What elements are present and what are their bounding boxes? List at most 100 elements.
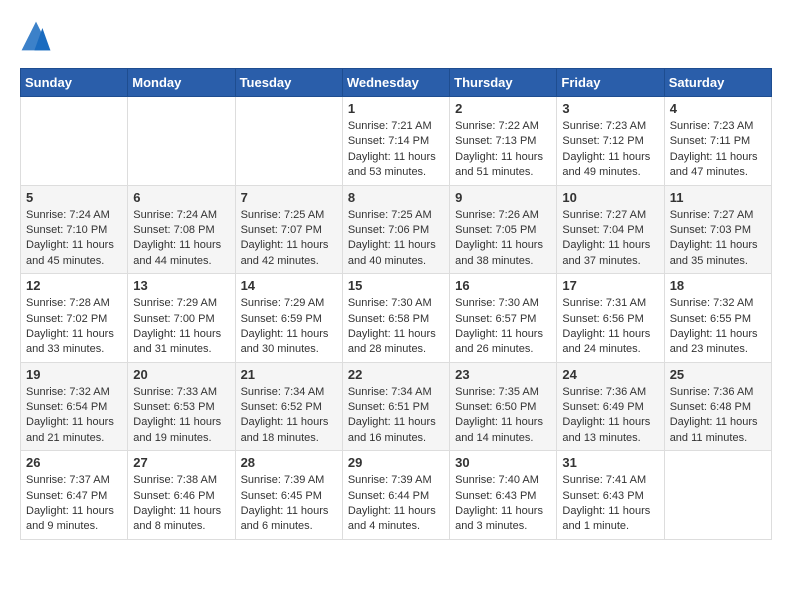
day-detail: Sunrise: 7:32 AMSunset: 6:55 PMDaylight:… xyxy=(670,296,766,358)
day-detail: Sunrise: 7:21 AMSunset: 7:14 PMDaylight:… xyxy=(348,119,444,181)
calendar-cell: 14 Sunrise: 7:29 AMSunset: 6:59 PMDaylig… xyxy=(235,274,342,363)
calendar-cell: 25 Sunrise: 7:36 AMSunset: 6:48 PMDaylig… xyxy=(664,362,771,451)
weekday-header: Wednesday xyxy=(342,69,449,97)
day-detail: Sunrise: 7:31 AMSunset: 6:56 PMDaylight:… xyxy=(562,296,658,358)
day-number: 3 xyxy=(562,101,658,116)
calendar-cell: 11 Sunrise: 7:27 AMSunset: 7:03 PMDaylig… xyxy=(664,185,771,274)
calendar-cell: 12 Sunrise: 7:28 AMSunset: 7:02 PMDaylig… xyxy=(21,274,128,363)
calendar-cell: 17 Sunrise: 7:31 AMSunset: 6:56 PMDaylig… xyxy=(557,274,664,363)
calendar-cell xyxy=(664,451,771,540)
day-number: 26 xyxy=(26,455,122,470)
calendar-cell: 6 Sunrise: 7:24 AMSunset: 7:08 PMDayligh… xyxy=(128,185,235,274)
day-detail: Sunrise: 7:39 AMSunset: 6:45 PMDaylight:… xyxy=(241,473,337,535)
header xyxy=(20,20,772,52)
calendar-cell: 2 Sunrise: 7:22 AMSunset: 7:13 PMDayligh… xyxy=(450,97,557,186)
weekday-header: Tuesday xyxy=(235,69,342,97)
day-detail: Sunrise: 7:34 AMSunset: 6:51 PMDaylight:… xyxy=(348,385,444,447)
weekday-header: Saturday xyxy=(664,69,771,97)
day-number: 12 xyxy=(26,278,122,293)
day-detail: Sunrise: 7:22 AMSunset: 7:13 PMDaylight:… xyxy=(455,119,551,181)
day-number: 27 xyxy=(133,455,229,470)
day-number: 30 xyxy=(455,455,551,470)
day-number: 5 xyxy=(26,190,122,205)
calendar-cell: 16 Sunrise: 7:30 AMSunset: 6:57 PMDaylig… xyxy=(450,274,557,363)
day-number: 31 xyxy=(562,455,658,470)
weekday-header: Thursday xyxy=(450,69,557,97)
calendar-cell xyxy=(128,97,235,186)
logo-icon xyxy=(20,20,52,52)
calendar-cell: 7 Sunrise: 7:25 AMSunset: 7:07 PMDayligh… xyxy=(235,185,342,274)
day-detail: Sunrise: 7:27 AMSunset: 7:04 PMDaylight:… xyxy=(562,208,658,270)
calendar-week-row: 26 Sunrise: 7:37 AMSunset: 6:47 PMDaylig… xyxy=(21,451,772,540)
day-number: 29 xyxy=(348,455,444,470)
day-number: 13 xyxy=(133,278,229,293)
calendar-cell: 20 Sunrise: 7:33 AMSunset: 6:53 PMDaylig… xyxy=(128,362,235,451)
day-detail: Sunrise: 7:25 AMSunset: 7:06 PMDaylight:… xyxy=(348,208,444,270)
day-detail: Sunrise: 7:30 AMSunset: 6:58 PMDaylight:… xyxy=(348,296,444,358)
day-number: 19 xyxy=(26,367,122,382)
day-detail: Sunrise: 7:40 AMSunset: 6:43 PMDaylight:… xyxy=(455,473,551,535)
day-detail: Sunrise: 7:36 AMSunset: 6:49 PMDaylight:… xyxy=(562,385,658,447)
day-detail: Sunrise: 7:26 AMSunset: 7:05 PMDaylight:… xyxy=(455,208,551,270)
calendar-cell: 1 Sunrise: 7:21 AMSunset: 7:14 PMDayligh… xyxy=(342,97,449,186)
day-number: 21 xyxy=(241,367,337,382)
calendar-cell: 19 Sunrise: 7:32 AMSunset: 6:54 PMDaylig… xyxy=(21,362,128,451)
day-detail: Sunrise: 7:35 AMSunset: 6:50 PMDaylight:… xyxy=(455,385,551,447)
calendar-cell: 23 Sunrise: 7:35 AMSunset: 6:50 PMDaylig… xyxy=(450,362,557,451)
day-number: 23 xyxy=(455,367,551,382)
day-number: 20 xyxy=(133,367,229,382)
day-detail: Sunrise: 7:41 AMSunset: 6:43 PMDaylight:… xyxy=(562,473,658,535)
day-detail: Sunrise: 7:23 AMSunset: 7:12 PMDaylight:… xyxy=(562,119,658,181)
day-detail: Sunrise: 7:23 AMSunset: 7:11 PMDaylight:… xyxy=(670,119,766,181)
day-detail: Sunrise: 7:24 AMSunset: 7:10 PMDaylight:… xyxy=(26,208,122,270)
day-number: 2 xyxy=(455,101,551,116)
day-detail: Sunrise: 7:24 AMSunset: 7:08 PMDaylight:… xyxy=(133,208,229,270)
calendar-cell: 27 Sunrise: 7:38 AMSunset: 6:46 PMDaylig… xyxy=(128,451,235,540)
calendar-cell: 4 Sunrise: 7:23 AMSunset: 7:11 PMDayligh… xyxy=(664,97,771,186)
calendar-cell xyxy=(21,97,128,186)
day-number: 22 xyxy=(348,367,444,382)
day-detail: Sunrise: 7:29 AMSunset: 6:59 PMDaylight:… xyxy=(241,296,337,358)
calendar-cell: 3 Sunrise: 7:23 AMSunset: 7:12 PMDayligh… xyxy=(557,97,664,186)
day-number: 6 xyxy=(133,190,229,205)
day-number: 17 xyxy=(562,278,658,293)
day-number: 14 xyxy=(241,278,337,293)
calendar-cell: 13 Sunrise: 7:29 AMSunset: 7:00 PMDaylig… xyxy=(128,274,235,363)
calendar-cell: 30 Sunrise: 7:40 AMSunset: 6:43 PMDaylig… xyxy=(450,451,557,540)
calendar-cell: 21 Sunrise: 7:34 AMSunset: 6:52 PMDaylig… xyxy=(235,362,342,451)
day-number: 25 xyxy=(670,367,766,382)
day-number: 15 xyxy=(348,278,444,293)
day-detail: Sunrise: 7:30 AMSunset: 6:57 PMDaylight:… xyxy=(455,296,551,358)
day-detail: Sunrise: 7:33 AMSunset: 6:53 PMDaylight:… xyxy=(133,385,229,447)
day-detail: Sunrise: 7:27 AMSunset: 7:03 PMDaylight:… xyxy=(670,208,766,270)
day-number: 10 xyxy=(562,190,658,205)
day-detail: Sunrise: 7:34 AMSunset: 6:52 PMDaylight:… xyxy=(241,385,337,447)
calendar-week-row: 5 Sunrise: 7:24 AMSunset: 7:10 PMDayligh… xyxy=(21,185,772,274)
calendar-week-row: 12 Sunrise: 7:28 AMSunset: 7:02 PMDaylig… xyxy=(21,274,772,363)
calendar-cell: 9 Sunrise: 7:26 AMSunset: 7:05 PMDayligh… xyxy=(450,185,557,274)
calendar-cell: 24 Sunrise: 7:36 AMSunset: 6:49 PMDaylig… xyxy=(557,362,664,451)
calendar-cell: 5 Sunrise: 7:24 AMSunset: 7:10 PMDayligh… xyxy=(21,185,128,274)
weekday-header: Monday xyxy=(128,69,235,97)
day-number: 11 xyxy=(670,190,766,205)
day-number: 8 xyxy=(348,190,444,205)
day-number: 9 xyxy=(455,190,551,205)
calendar-cell: 29 Sunrise: 7:39 AMSunset: 6:44 PMDaylig… xyxy=(342,451,449,540)
day-detail: Sunrise: 7:32 AMSunset: 6:54 PMDaylight:… xyxy=(26,385,122,447)
calendar-week-row: 19 Sunrise: 7:32 AMSunset: 6:54 PMDaylig… xyxy=(21,362,772,451)
logo xyxy=(20,20,56,52)
day-detail: Sunrise: 7:39 AMSunset: 6:44 PMDaylight:… xyxy=(348,473,444,535)
calendar-cell: 31 Sunrise: 7:41 AMSunset: 6:43 PMDaylig… xyxy=(557,451,664,540)
day-number: 1 xyxy=(348,101,444,116)
day-detail: Sunrise: 7:25 AMSunset: 7:07 PMDaylight:… xyxy=(241,208,337,270)
day-detail: Sunrise: 7:29 AMSunset: 7:00 PMDaylight:… xyxy=(133,296,229,358)
day-detail: Sunrise: 7:38 AMSunset: 6:46 PMDaylight:… xyxy=(133,473,229,535)
day-detail: Sunrise: 7:36 AMSunset: 6:48 PMDaylight:… xyxy=(670,385,766,447)
weekday-header-row: SundayMondayTuesdayWednesdayThursdayFrid… xyxy=(21,69,772,97)
calendar-cell: 15 Sunrise: 7:30 AMSunset: 6:58 PMDaylig… xyxy=(342,274,449,363)
calendar-cell: 18 Sunrise: 7:32 AMSunset: 6:55 PMDaylig… xyxy=(664,274,771,363)
calendar: SundayMondayTuesdayWednesdayThursdayFrid… xyxy=(20,68,772,540)
calendar-cell: 22 Sunrise: 7:34 AMSunset: 6:51 PMDaylig… xyxy=(342,362,449,451)
day-number: 28 xyxy=(241,455,337,470)
day-detail: Sunrise: 7:37 AMSunset: 6:47 PMDaylight:… xyxy=(26,473,122,535)
